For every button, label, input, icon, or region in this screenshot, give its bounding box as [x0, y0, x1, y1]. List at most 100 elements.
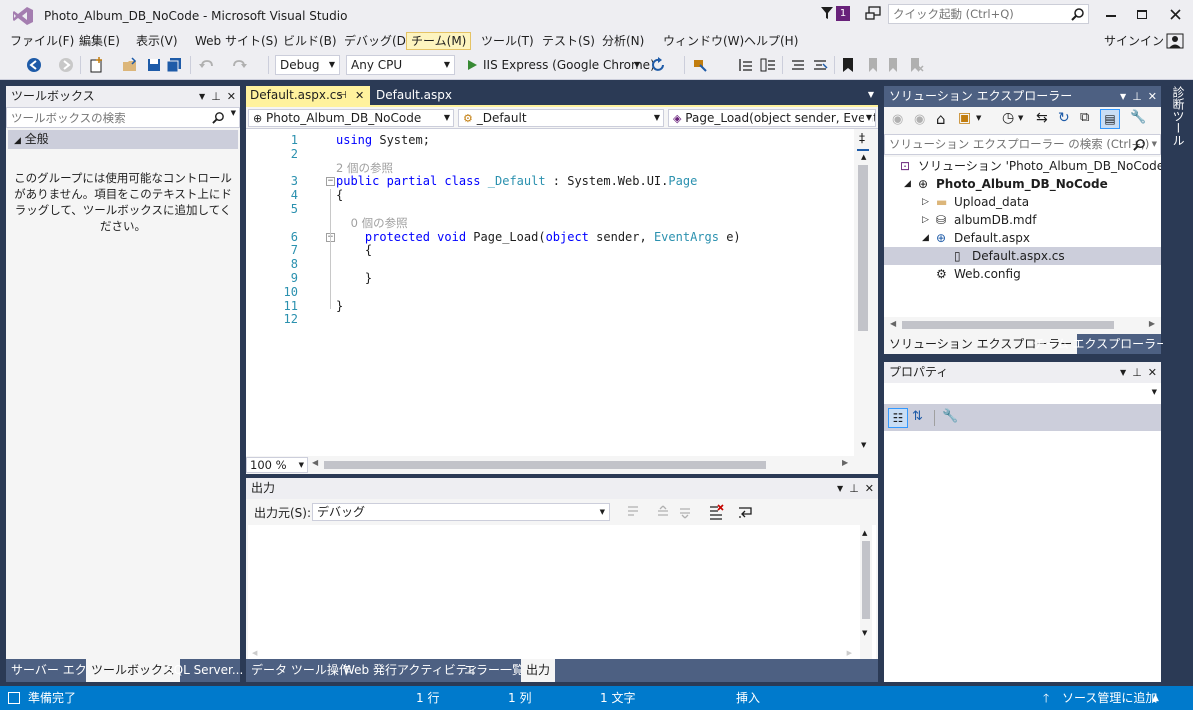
- menu-test[interactable]: テスト(S): [538, 32, 599, 50]
- save-icon[interactable]: [146, 57, 162, 73]
- signin-link[interactable]: サインイン: [1104, 32, 1164, 50]
- solution-platform-dropdown[interactable]: Any CPU ▼: [346, 55, 455, 75]
- add-to-source-control-button[interactable]: ソース管理に追加: [1062, 686, 1157, 710]
- scroll-down-icon[interactable]: ▼: [861, 441, 866, 449]
- diagnostic-tools-tab[interactable]: 診断ツール: [1169, 86, 1187, 146]
- tree-item[interactable]: ▷ ⛁ albumDB.mdf: [884, 211, 1161, 229]
- tab-default-aspx[interactable]: Default.aspx: [372, 86, 482, 105]
- quick-launch-box[interactable]: [888, 4, 1089, 24]
- start-debugging-button[interactable]: IIS Express (Google Chrome) ▼: [464, 55, 655, 75]
- scroll-left-icon[interactable]: ◀: [252, 649, 257, 657]
- open-file-icon[interactable]: [122, 57, 138, 73]
- solution-horizontal-scrollbar[interactable]: ◀ ▶: [884, 317, 1161, 334]
- next-message-icon[interactable]: [678, 505, 692, 519]
- scroll-right-icon[interactable]: ▶: [1149, 319, 1155, 328]
- reference-count-lens[interactable]: 0 個の参照: [246, 216, 854, 230]
- tree-item[interactable]: ◢ ⊕ Default.aspx: [884, 229, 1161, 247]
- pin-icon[interactable]: ⊥: [849, 478, 859, 499]
- tab-overflow-icon[interactable]: ▼: [868, 90, 874, 99]
- menu-analyze[interactable]: 分析(N): [598, 32, 648, 50]
- properties-icon[interactable]: 🔧: [1130, 110, 1146, 125]
- editor-vertical-scrollbar[interactable]: ‡ ▲ ▼: [854, 129, 878, 456]
- tree-item[interactable]: ▯ Default.aspx.cs: [884, 247, 1161, 265]
- close-button[interactable]: [1160, 4, 1190, 24]
- new-project-icon[interactable]: [88, 57, 104, 73]
- tab-output[interactable]: 出力: [521, 659, 556, 682]
- tree-item[interactable]: ◢ ⊕ Photo_Album_DB_NoCode: [884, 175, 1161, 193]
- chevron-down-icon[interactable]: ▼: [1018, 114, 1023, 122]
- menu-debug[interactable]: デバッグ(D): [340, 32, 415, 50]
- project-dropdown[interactable]: ⊕ Photo_Album_DB_NoCode ▼: [248, 109, 454, 127]
- quick-launch-input[interactable]: [889, 5, 1069, 23]
- panel-menu-icon[interactable]: ▼: [199, 86, 205, 107]
- toolbox-group-general[interactable]: ◢ 全般: [8, 130, 238, 149]
- toggle-word-wrap-icon[interactable]: [738, 505, 754, 519]
- scrollbar-thumb[interactable]: [858, 165, 868, 331]
- clear-bookmarks-icon[interactable]: [908, 57, 924, 73]
- menu-window[interactable]: ウィンドウ(W): [659, 32, 748, 50]
- collapsed-arrow-icon[interactable]: ▷: [922, 211, 929, 229]
- collapse-all-icon[interactable]: ⧉: [1080, 110, 1089, 125]
- scroll-left-icon[interactable]: ◀: [890, 319, 896, 328]
- outline-icon[interactable]: [760, 57, 776, 73]
- solution-configuration-dropdown[interactable]: Debug ▼: [275, 55, 340, 75]
- next-bookmark-icon[interactable]: [886, 57, 902, 73]
- output-vertical-scrollbar[interactable]: ▲ ▼: [860, 525, 872, 659]
- output-source-dropdown[interactable]: デバッグ ▼: [312, 503, 610, 521]
- notifications-button[interactable]: 1: [820, 5, 856, 23]
- switch-views-icon[interactable]: ▣: [958, 110, 971, 126]
- minimize-button[interactable]: [1096, 4, 1126, 24]
- chevron-down-icon[interactable]: ▼: [976, 114, 981, 122]
- pin-icon[interactable]: ⊣: [338, 86, 347, 105]
- tab-error-list[interactable]: エラー一覧: [459, 659, 529, 682]
- bookmark-icon[interactable]: [840, 57, 856, 73]
- tab-default-aspx-cs[interactable]: Default.aspx.cs ⊣ ✕: [246, 86, 370, 105]
- zoom-dropdown[interactable]: 100 % ▼: [246, 457, 308, 473]
- forward-icon[interactable]: ◉: [914, 112, 925, 127]
- class-dropdown[interactable]: ⚙ _Default ▼: [458, 109, 664, 127]
- menu-website[interactable]: Web サイト(S): [191, 32, 282, 50]
- pending-changes-filter-icon[interactable]: ◷: [1002, 110, 1014, 126]
- browser-link-icon[interactable]: [692, 57, 708, 73]
- undo-icon[interactable]: [198, 57, 214, 73]
- toggle-bookmark-list-icon[interactable]: [738, 57, 754, 73]
- menu-build[interactable]: ビルド(B): [279, 32, 341, 50]
- scroll-right-icon[interactable]: ▶: [842, 458, 848, 467]
- code-text-area[interactable]: 1 using System; 2 2 個の参照 3 − public partial cl…: [246, 129, 854, 456]
- navigate-back-icon[interactable]: [26, 57, 42, 73]
- pin-icon[interactable]: ⊥: [211, 86, 221, 107]
- home-icon[interactable]: ⌂: [936, 110, 946, 128]
- tab-team-explorer[interactable]: チーム エクスプローラー: [1028, 334, 1173, 354]
- member-dropdown[interactable]: ◈ Page_Load(object sender, EventArgs e) …: [668, 109, 876, 127]
- comment-lines-icon[interactable]: [790, 57, 806, 73]
- categorized-icon[interactable]: ☷: [888, 408, 908, 428]
- collapse-region-icon[interactable]: −: [326, 177, 335, 187]
- pin-icon[interactable]: ⊥: [1132, 362, 1142, 383]
- panel-menu-icon[interactable]: ▼: [1120, 362, 1126, 383]
- sync-with-active-document-icon[interactable]: ⇆: [1036, 110, 1048, 126]
- scroll-up-icon[interactable]: ▲: [861, 153, 866, 161]
- menu-file[interactable]: ファイル(F): [6, 32, 78, 50]
- menu-help[interactable]: ヘルプ(H): [740, 32, 802, 50]
- menu-edit[interactable]: 編集(E): [75, 32, 124, 50]
- navigate-forward-icon[interactable]: [58, 57, 74, 73]
- maximize-button[interactable]: [1127, 4, 1157, 24]
- split-window-icon[interactable]: ‡: [859, 131, 865, 145]
- panel-menu-icon[interactable]: ▼: [837, 478, 843, 499]
- feedback-icon[interactable]: [864, 5, 882, 23]
- tree-item[interactable]: ⊡ ソリューション 'Photo_Album_DB_NoCode' (1 プロ: [884, 157, 1161, 175]
- tab-sql-server[interactable]: SQL Server...: [161, 659, 248, 682]
- output-window-icon[interactable]: [8, 692, 20, 704]
- close-icon[interactable]: ✕: [865, 478, 874, 499]
- scrollbar-thumb[interactable]: [902, 321, 1114, 329]
- previous-bookmark-icon[interactable]: [864, 57, 880, 73]
- close-tab-icon[interactable]: ✕: [355, 86, 364, 105]
- toolbox-search-box[interactable]: ▼: [6, 107, 240, 128]
- user-account-icon[interactable]: [1166, 33, 1184, 49]
- scroll-down-icon[interactable]: ▼: [862, 629, 867, 637]
- scroll-up-icon[interactable]: ▲: [862, 529, 867, 537]
- uncomment-lines-icon[interactable]: [812, 57, 828, 73]
- chevron-down-icon[interactable]: ▼: [1152, 135, 1157, 154]
- horizontal-scrollbar-thumb[interactable]: [324, 461, 766, 469]
- find-message-icon[interactable]: [626, 505, 640, 519]
